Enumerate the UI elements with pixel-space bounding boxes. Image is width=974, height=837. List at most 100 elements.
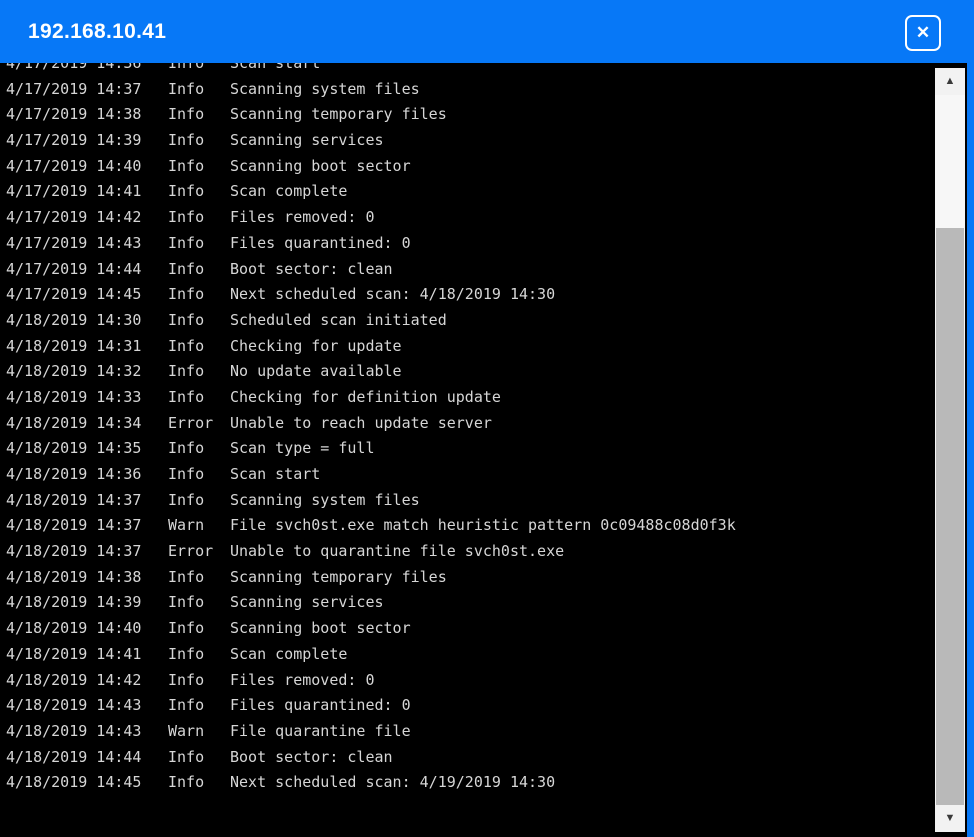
log-row: 4/17/2019 14:44 Info Boot sector: clean: [6, 257, 967, 283]
log-level: Info: [168, 773, 205, 792]
log-date: 4/18/2019 14:32: [6, 362, 142, 381]
log-message: Scanning services: [230, 593, 384, 612]
log-message: Scanning system files: [230, 490, 420, 509]
log-row: 4/18/2019 14:42 Info Files removed: 0: [6, 668, 967, 694]
log-row: 4/18/2019 14:39 Info Scanning services: [6, 590, 967, 616]
log-level: Info: [168, 490, 205, 509]
log-row: 4/18/2019 14:33 Info Checking for defini…: [6, 385, 967, 411]
log-message: Boot sector: clean: [230, 259, 393, 278]
log-message: Scan complete: [230, 182, 348, 201]
log-date: 4/17/2019 14:40: [6, 156, 142, 175]
log-level: Info: [168, 156, 205, 175]
log-row: 4/18/2019 14:43 Warn File quarantine fil…: [6, 719, 967, 745]
log-date: 4/17/2019 14:44: [6, 259, 142, 278]
log-date: 4/18/2019 14:43: [6, 721, 142, 740]
log-message: Next scheduled scan: 4/18/2019 14:30: [230, 285, 556, 304]
log-message: Files removed: 0: [230, 670, 375, 689]
log-row: 4/18/2019 14:41 Info Scan complete: [6, 642, 967, 668]
log-level: Warn: [168, 721, 205, 740]
log-date: 4/18/2019 14:33: [6, 387, 142, 406]
scrollbar[interactable]: ▲ ▼: [935, 68, 965, 832]
log-message: Scheduled scan initiated: [230, 310, 447, 329]
log-level: Info: [168, 63, 205, 72]
log-level: Error: [168, 542, 214, 561]
log-level: Info: [168, 362, 205, 381]
log-message: Next scheduled scan: 4/19/2019 14:30: [230, 773, 556, 792]
close-icon: ✕: [915, 22, 931, 42]
scroll-track[interactable]: [935, 95, 965, 805]
down-arrow-icon: ▼: [944, 812, 956, 824]
log-date: 4/17/2019 14:43: [6, 233, 142, 252]
log-message: Scan complete: [230, 644, 348, 663]
log-message: Scanning system files: [230, 79, 420, 98]
log-message: Scanning boot sector: [230, 156, 411, 175]
log-level: Info: [168, 644, 205, 663]
log-date: 4/18/2019 14:37: [6, 542, 142, 561]
log-message: Scan type = full: [230, 439, 375, 458]
log-message: Files quarantined: 0: [230, 696, 411, 715]
log-row: 4/18/2019 14:37 Warn File svch0st.exe ma…: [6, 513, 967, 539]
scroll-down-button[interactable]: ▼: [935, 805, 965, 832]
log-row: 4/18/2019 14:35 Info Scan type = full: [6, 436, 967, 462]
log-list: 4/17/2019 14:36 Info Scan start 4/17/201…: [0, 63, 967, 796]
log-row: 4/17/2019 14:36 Info Scan start: [6, 63, 967, 77]
log-level: Info: [168, 670, 205, 689]
remote-log-window: 192.168.10.41 ✕ 4/17/2019 14:36 Info Sca…: [0, 0, 974, 837]
log-row: 4/17/2019 14:45 Info Next scheduled scan…: [6, 282, 967, 308]
log-level: Info: [168, 387, 205, 406]
log-level: Info: [168, 182, 205, 201]
log-row: 4/18/2019 14:40 Info Scanning boot secto…: [6, 616, 967, 642]
log-row: 4/17/2019 14:43 Info Files quarantined: …: [6, 231, 967, 257]
log-date: 4/18/2019 14:37: [6, 490, 142, 509]
log-row: 4/18/2019 14:37 Error Unable to quaranti…: [6, 539, 967, 565]
log-level: Info: [168, 439, 205, 458]
log-date: 4/18/2019 14:42: [6, 670, 142, 689]
log-level: Error: [168, 413, 214, 432]
log-row: 4/17/2019 14:40 Info Scanning boot secto…: [6, 154, 967, 180]
log-level: Info: [168, 310, 205, 329]
log-date: 4/17/2019 14:45: [6, 285, 142, 304]
log-level: Info: [168, 619, 205, 638]
log-row: 4/18/2019 14:38 Info Scanning temporary …: [6, 565, 967, 591]
log-date: 4/18/2019 14:31: [6, 336, 142, 355]
log-row: 4/18/2019 14:44 Info Boot sector: clean: [6, 745, 967, 771]
log-row: 4/18/2019 14:30 Info Scheduled scan init…: [6, 308, 967, 334]
log-date: 4/17/2019 14:37: [6, 79, 142, 98]
log-date: 4/18/2019 14:34: [6, 413, 142, 432]
log-console[interactable]: 4/17/2019 14:36 Info Scan start 4/17/201…: [0, 63, 967, 837]
log-message: Scan start: [230, 63, 321, 72]
log-level: Info: [168, 336, 205, 355]
log-row: 4/18/2019 14:32 Info No update available: [6, 359, 967, 385]
log-date: 4/18/2019 14:37: [6, 516, 142, 535]
scroll-thumb[interactable]: [936, 228, 964, 805]
close-button[interactable]: ✕: [905, 15, 941, 51]
log-date: 4/17/2019 14:38: [6, 105, 142, 124]
log-row: 4/17/2019 14:38 Info Scanning temporary …: [6, 102, 967, 128]
log-level: Info: [168, 259, 205, 278]
log-row: 4/18/2019 14:43 Info Files quarantined: …: [6, 693, 967, 719]
log-date: 4/18/2019 14:45: [6, 773, 142, 792]
log-row: 4/18/2019 14:45 Info Next scheduled scan…: [6, 770, 967, 796]
log-date: 4/18/2019 14:43: [6, 696, 142, 715]
log-date: 4/18/2019 14:40: [6, 619, 142, 638]
scroll-up-button[interactable]: ▲: [935, 68, 965, 95]
log-date: 4/17/2019 14:39: [6, 131, 142, 150]
log-message: Files removed: 0: [230, 208, 375, 227]
log-level: Info: [168, 233, 205, 252]
log-date: 4/18/2019 14:30: [6, 310, 142, 329]
log-message: Boot sector: clean: [230, 747, 393, 766]
log-level: Info: [168, 696, 205, 715]
log-message: Unable to reach update server: [230, 413, 492, 432]
log-message: Checking for definition update: [230, 387, 501, 406]
log-level: Info: [168, 285, 205, 304]
log-message: Scan start: [230, 465, 321, 483]
log-message: Scanning services: [230, 131, 384, 150]
log-level: Info: [168, 105, 205, 124]
log-level: Info: [168, 208, 205, 227]
log-message: Scanning temporary files: [230, 105, 447, 124]
window-title: 192.168.10.41: [28, 19, 167, 43]
log-message: File svch0st.exe match heuristic pattern…: [230, 516, 736, 535]
titlebar: 192.168.10.41 ✕: [0, 0, 974, 63]
log-level: Info: [168, 593, 205, 612]
log-message: Scanning temporary files: [230, 567, 447, 586]
